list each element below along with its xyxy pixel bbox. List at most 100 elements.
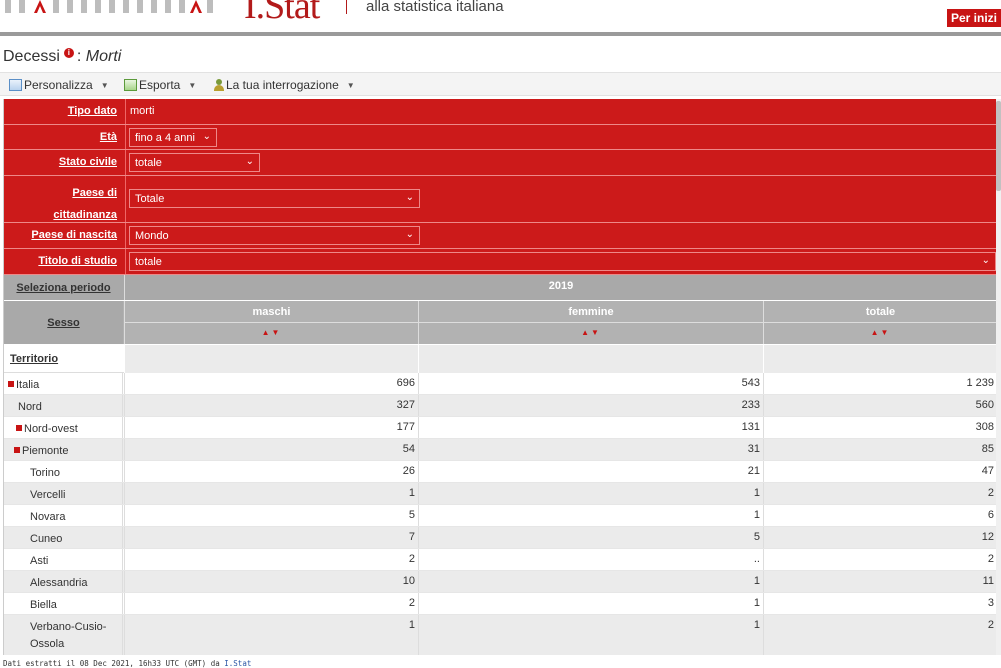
info-icon[interactable]: i (63, 48, 74, 58)
filter-label-paese-nascita[interactable]: Paese di nascita (4, 223, 123, 248)
sex-label[interactable]: Sesso (4, 301, 123, 344)
cell-maschi: 7 (408, 531, 415, 543)
cell-totale: 6 (987, 509, 994, 521)
cell-maschi: 1 (408, 619, 415, 631)
header-divider (0, 32, 1001, 36)
scrollbar-thumb[interactable] (996, 101, 1001, 191)
vertical-scrollbar[interactable] (996, 99, 1001, 655)
start-button[interactable]: Per inizi (946, 9, 1001, 27)
filter-label-tipo-dato[interactable]: Tipo dato (4, 99, 123, 124)
table-row: Piemonte 54 31 85 (4, 439, 996, 461)
column-divider (124, 505, 125, 526)
column-divider (418, 549, 419, 570)
filter-value-cell: totale ⌄ (125, 150, 996, 175)
column-divider (124, 571, 125, 592)
table-row: Novara 5 1 6 (4, 505, 996, 527)
filter-row-paese-cittadinanza: Paese di cittadinanza Totale ⌄ (4, 176, 996, 223)
filter-value-cell: morti (125, 99, 996, 124)
chevron-down-icon: ▼ (100, 81, 109, 90)
collapse-icon[interactable] (16, 425, 22, 431)
export-menu[interactable]: Esporta ▼ (124, 78, 196, 92)
cell-maschi: 2 (408, 553, 415, 565)
customize-menu[interactable]: Personalizza ▼ (9, 78, 109, 92)
column-divider (418, 439, 419, 460)
row-label-cell: Cuneo (4, 527, 123, 548)
sort-arrows-icon[interactable]: ▲▼ (764, 323, 996, 337)
table-row: Alessandria 10 1 11 (4, 571, 996, 593)
collapse-icon[interactable] (8, 381, 14, 387)
row-name: Asti (30, 555, 49, 567)
column-divider (124, 549, 125, 570)
row-label: Novara (30, 509, 119, 526)
table-row: Cuneo 7 5 12 (4, 527, 996, 549)
filter-row-titolo-studio: Titolo di studio totale ⌄ (4, 249, 996, 275)
sort-arrows-icon[interactable]: ▲▼ (419, 323, 763, 337)
stato-civile-select[interactable]: totale ⌄ (129, 153, 260, 172)
paese-cittadinanza-select[interactable]: Totale ⌄ (129, 189, 420, 208)
filter-value-cell: fino a 4 anni ⌄ (125, 125, 996, 149)
toolbar: Personalizza ▼ Esporta ▼ La tua interrogaz… (0, 72, 1001, 96)
column-divider (124, 439, 125, 460)
filter-label-eta[interactable]: Età (4, 125, 123, 149)
row-label-cell: Vercelli (4, 483, 123, 504)
row-label: Piemonte (14, 443, 119, 460)
footer-source-link[interactable]: I.Stat (224, 659, 251, 668)
filter-row-paese-nascita: Paese di nascita Mondo ⌄ (4, 223, 996, 249)
territory-label[interactable]: Territorio (10, 353, 58, 365)
query-menu[interactable]: La tua interrogazione ▼ (214, 78, 355, 92)
cell-femmine: 131 (741, 421, 760, 433)
paese-nascita-select[interactable]: Mondo ⌄ (129, 226, 420, 245)
cell-totale: 560 (975, 399, 994, 411)
column-divider (124, 527, 125, 548)
column-header-femmine: femmine ▲▼ (418, 301, 763, 344)
cell-totale: 3 (987, 597, 994, 609)
row-name: Vercelli (30, 489, 66, 501)
sex-header-row: Sesso maschi ▲▼ femmine ▲▼ totale ▲▼ (4, 301, 996, 345)
chevron-down-icon: ▼ (188, 81, 197, 90)
sort-arrows-icon[interactable]: ▲▼ (125, 323, 418, 337)
row-label: Vercelli (30, 487, 119, 504)
paese-nascita-select-value: Mondo (135, 230, 169, 242)
cell-maschi: 10 (402, 575, 415, 587)
table-row: Verbano-Cusio-Ossola 1 1 2 (4, 615, 996, 655)
filter-label-titolo-studio[interactable]: Titolo di studio (4, 249, 123, 274)
chevron-down-icon: ⌄ (405, 229, 414, 240)
filter-label-stato-civile[interactable]: Stato civile (4, 150, 123, 175)
user-icon (214, 79, 224, 91)
eta-select[interactable]: fino a 4 anni ⌄ (129, 128, 217, 147)
header-spacer-cell (418, 345, 763, 373)
filter-value-tipo-dato: morti (130, 105, 155, 117)
collapse-icon[interactable] (14, 447, 20, 453)
column-divider (763, 461, 764, 482)
column-divider (124, 417, 125, 438)
site-header: I.Stat alla statistica italiana Per iniz… (0, 0, 1001, 32)
cell-maschi: 1 (408, 487, 415, 499)
row-label-cell: Torino (4, 461, 123, 482)
row-label: Torino (30, 465, 119, 482)
header-spacer-cell (763, 345, 996, 373)
row-name: Alessandria (30, 577, 88, 589)
customize-label: Personalizza (24, 78, 93, 92)
filter-label-paese-cittadinanza[interactable]: Paese di cittadinanza (4, 176, 123, 222)
chevron-down-icon: ⌄ (981, 255, 990, 266)
chevron-down-icon: ⌄ (202, 131, 211, 142)
filter-label-line: Paese di (72, 187, 117, 199)
cell-totale: 2 (987, 619, 994, 631)
table-row: Torino 26 21 47 (4, 461, 996, 483)
column-divider (418, 571, 419, 592)
titolo-studio-select[interactable]: totale ⌄ (129, 252, 996, 271)
row-label-cell: Italia (4, 373, 123, 394)
select-period-link[interactable]: Seleziona periodo (4, 275, 123, 300)
row-label-cell: Piemonte (4, 439, 123, 460)
period-year: 2019 (124, 275, 996, 300)
cell-femmine: 21 (747, 465, 760, 477)
period-row: Seleziona periodo 2019 (4, 275, 996, 301)
column-divider (418, 483, 419, 504)
dataset-title: Decessi (3, 48, 60, 65)
row-name: Nord-ovest (24, 423, 78, 435)
row-label-cell: Asti (4, 549, 123, 570)
column-divider (763, 417, 764, 438)
column-divider (418, 615, 419, 655)
cell-totale: 47 (981, 465, 994, 477)
row-label-cell: Verbano-Cusio-Ossola (4, 615, 123, 655)
